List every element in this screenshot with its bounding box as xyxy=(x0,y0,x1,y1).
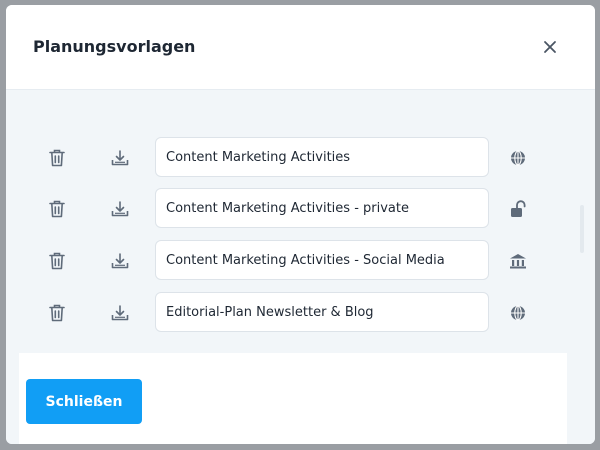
download-icon[interactable] xyxy=(108,146,132,170)
trash-icon[interactable] xyxy=(45,197,69,221)
close-icon[interactable] xyxy=(538,35,562,59)
template-name-input[interactable] xyxy=(155,292,489,332)
unlock-icon xyxy=(506,197,530,221)
globe-icon xyxy=(506,301,530,325)
scrollbar[interactable] xyxy=(580,205,584,253)
template-row xyxy=(6,137,595,179)
download-icon[interactable] xyxy=(108,197,132,221)
template-row xyxy=(6,240,595,282)
template-name-input[interactable] xyxy=(155,240,489,280)
download-icon[interactable] xyxy=(108,301,132,325)
dialog-title: Planungsvorlagen xyxy=(33,37,196,56)
building-icon xyxy=(506,249,530,273)
close-button[interactable]: Schließen xyxy=(26,379,142,424)
templates-dialog: Planungsvorlagen Content Marketing Activ… xyxy=(6,5,595,444)
trash-icon[interactable] xyxy=(45,249,69,273)
template-row xyxy=(6,188,595,230)
trash-icon[interactable] xyxy=(45,301,69,325)
template-name-input[interactable] xyxy=(155,137,489,177)
download-icon[interactable] xyxy=(108,249,132,273)
globe-icon xyxy=(506,146,530,170)
trash-icon[interactable] xyxy=(45,146,69,170)
template-name-input[interactable] xyxy=(155,188,489,228)
dialog-header: Planungsvorlagen xyxy=(6,5,595,90)
template-row xyxy=(6,292,595,334)
